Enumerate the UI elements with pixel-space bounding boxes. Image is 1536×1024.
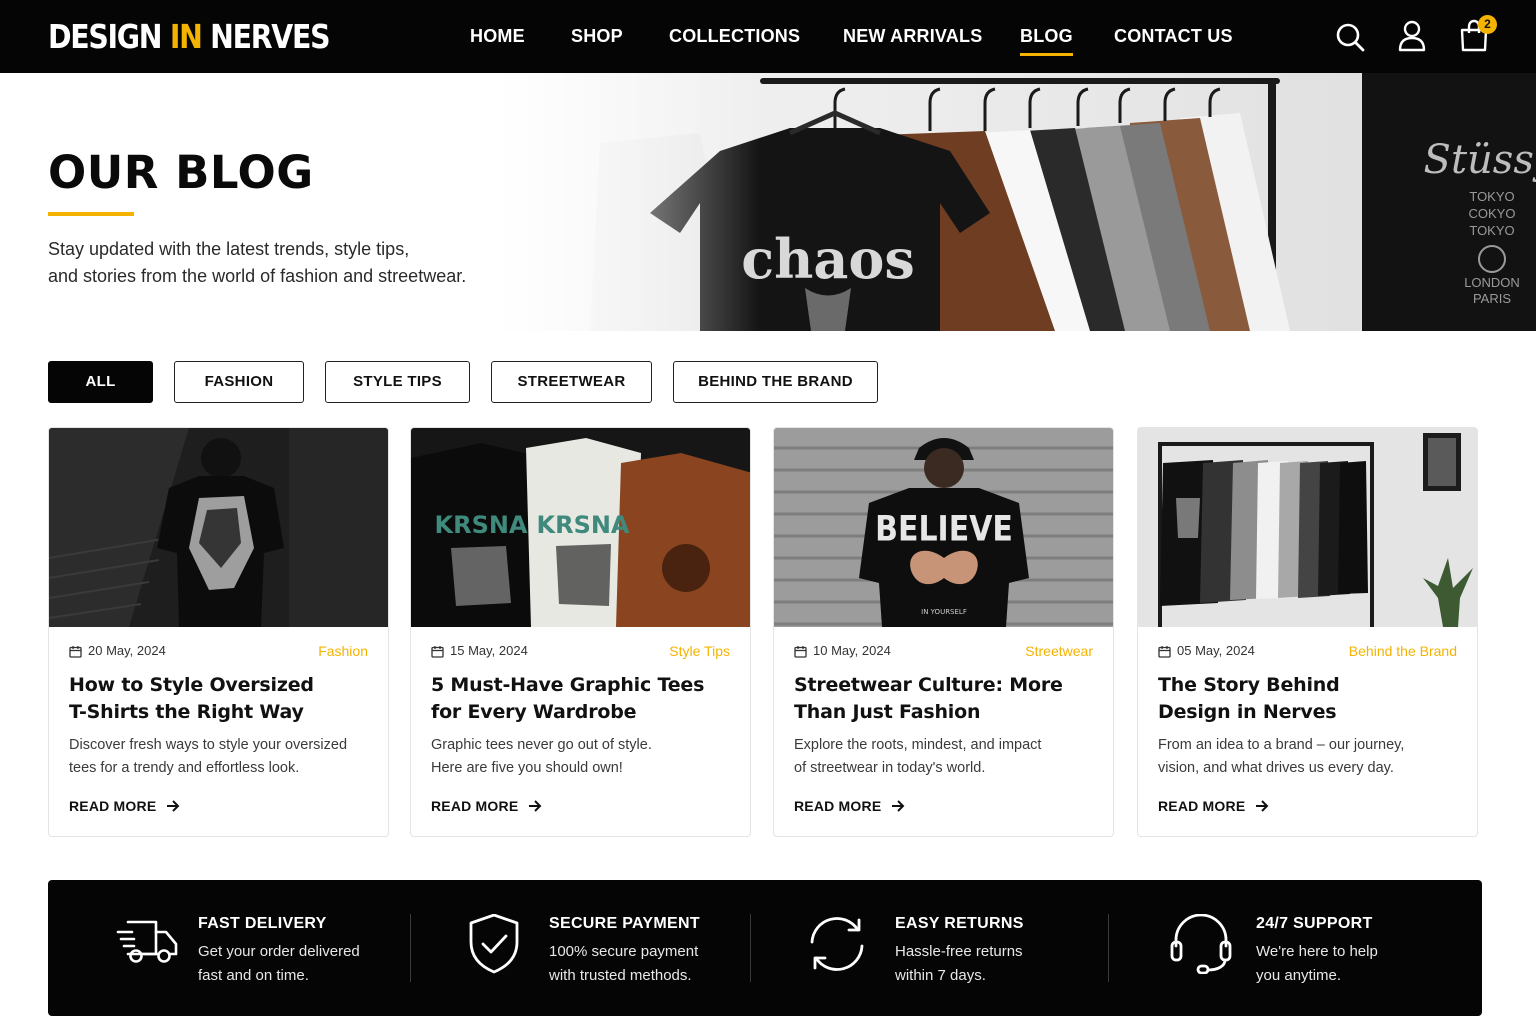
calendar-icon [794, 645, 807, 658]
feature-title: 24/7 SUPPORT [1256, 915, 1373, 932]
post-title[interactable]: Streetwear Culture: More Than Just Fashio… [794, 672, 1094, 726]
nav-home[interactable]: HOME [470, 24, 525, 48]
post-title[interactable]: 5 Must-Have Graphic Tees for Every Wardro… [431, 672, 731, 726]
feature-text: 100% secure payment with trusted methods. [549, 943, 699, 984]
logo-text-accent: IN [169, 17, 203, 56]
filter-all[interactable]: ALL [48, 361, 153, 403]
post-image[interactable]: KRSNA KRSNA [411, 428, 750, 627]
filter-behind-the-brand[interactable]: BEHIND THE BRAND [673, 361, 878, 403]
post-excerpt: Graphic tees never go out of style. Here … [431, 737, 652, 776]
feature-text: We're here to help you anytime. [1256, 943, 1378, 984]
page-title: OUR BLOG [48, 146, 314, 199]
brand-logo[interactable]: DESIGN IN NERVES [48, 16, 331, 58]
logo-text-2: NERVES [201, 17, 330, 56]
read-more-link[interactable]: READ MORE [431, 796, 542, 816]
filter-style-tips[interactable]: STYLE TIPS [325, 361, 470, 403]
calendar-icon [431, 645, 444, 658]
svg-text:KRSNA: KRSNA [536, 511, 629, 539]
post-category[interactable]: Style Tips [669, 641, 730, 661]
post-category[interactable]: Streetwear [1025, 641, 1093, 661]
post-title[interactable]: How to Style Oversized T-Shirts the Right… [69, 672, 369, 726]
svg-text:KRSNA: KRSNA [434, 511, 527, 539]
feature-title: EASY RETURNS [895, 915, 1024, 932]
feature-title: SECURE PAYMENT [549, 915, 700, 932]
svg-text:COKYO: COKYO [1469, 206, 1516, 221]
nav-blog[interactable]: BLOG [1020, 24, 1073, 56]
arrow-right-icon [1256, 800, 1269, 812]
arrow-right-icon [892, 800, 905, 812]
truck-icon [116, 920, 178, 963]
headset-icon [1170, 914, 1232, 974]
blog-card[interactable]: BELIEVE IN YOURSELF 10 May, 2024 Streetw… [773, 427, 1114, 837]
post-image[interactable]: BELIEVE IN YOURSELF [774, 428, 1113, 627]
post-excerpt: Discover fresh ways to style your oversi… [69, 737, 348, 776]
divider [750, 914, 751, 982]
nav-collections[interactable]: COLLECTIONS [669, 24, 800, 48]
svg-text:PARIS: PARIS [1473, 291, 1511, 306]
divider [410, 914, 411, 982]
post-image[interactable] [1138, 428, 1477, 627]
search-icon[interactable] [1334, 18, 1366, 54]
svg-text:TOKYO: TOKYO [1469, 189, 1514, 204]
feature-text: Get your order delivered fast and on time… [198, 943, 360, 984]
calendar-icon [1158, 645, 1171, 658]
top-navbar: DESIGN IN NERVES HOME SHOP COLLECTIONS N… [0, 0, 1536, 73]
read-more-link[interactable]: READ MORE [794, 796, 905, 816]
user-icon[interactable] [1396, 18, 1428, 54]
post-category[interactable]: Behind the Brand [1349, 641, 1457, 661]
blog-card[interactable]: KRSNA KRSNA 15 May, 2024 Style Tips 5 Mu… [410, 427, 751, 837]
svg-text:LONDON: LONDON [1464, 275, 1520, 290]
post-title[interactable]: The Story Behind Design in Nerves [1158, 672, 1458, 726]
features-bar: FAST DELIVERY Get your order delivered fa… [48, 880, 1482, 1016]
arrow-right-icon [167, 800, 180, 812]
blog-card[interactable]: 20 May, 2024 Fashion How to Style Oversi… [48, 427, 389, 837]
post-excerpt: Explore the roots, mindest, and impact of… [794, 737, 1042, 776]
post-date: 10 May, 2024 [794, 641, 891, 661]
feature-title: FAST DELIVERY [198, 915, 327, 932]
post-image[interactable] [49, 428, 388, 627]
filter-streetwear[interactable]: STREETWEAR [491, 361, 652, 403]
nav-shop[interactable]: SHOP [571, 24, 623, 48]
svg-text:BELIEVE: BELIEVE [875, 509, 1013, 550]
calendar-icon [69, 645, 82, 658]
post-date: 20 May, 2024 [69, 641, 166, 661]
read-more-link[interactable]: READ MORE [1158, 796, 1269, 816]
svg-text:Stüssy: Stüssy [1424, 137, 1536, 183]
refresh-icon [810, 917, 864, 971]
arrow-right-icon [529, 800, 542, 812]
post-date: 05 May, 2024 [1158, 641, 1255, 661]
blog-hero: chaos Stüssy TOKYO COKYO TOKYO LONDON PA… [0, 73, 1536, 331]
cart-count-badge: 2 [1478, 15, 1497, 34]
post-category[interactable]: Fashion [318, 641, 368, 661]
post-date: 15 May, 2024 [431, 641, 528, 661]
page-subtitle: Stay updated with the latest trends, sty… [48, 239, 467, 286]
nav-contact-us[interactable]: CONTACT US [1114, 24, 1233, 48]
read-more-link[interactable]: READ MORE [69, 796, 180, 816]
title-underline [48, 212, 134, 216]
blog-card[interactable]: 05 May, 2024 Behind the Brand The Story … [1137, 427, 1478, 837]
divider [1108, 914, 1109, 982]
hero-shirt-print: chaos [741, 227, 915, 291]
svg-text:IN YOURSELF: IN YOURSELF [921, 608, 967, 616]
post-excerpt: From an idea to a brand – our journey, vi… [1158, 737, 1405, 776]
nav-new-arrivals[interactable]: NEW ARRIVALS [843, 24, 982, 48]
logo-text-1: DESIGN [48, 17, 170, 56]
feature-text: Hassle-free returns within 7 days. [895, 943, 1023, 984]
filter-fashion[interactable]: FASHION [174, 361, 304, 403]
svg-text:TOKYO: TOKYO [1469, 223, 1514, 238]
shield-check-icon [469, 914, 519, 974]
